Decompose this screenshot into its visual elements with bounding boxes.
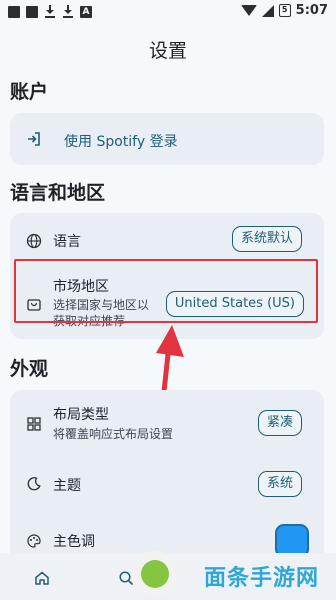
home-icon[interactable] bbox=[34, 570, 50, 586]
watermark-logo: 面条手游网 bbox=[122, 549, 336, 600]
layout-button[interactable]: 紧凑 bbox=[257, 410, 302, 436]
battery-icon: 5 bbox=[278, 4, 291, 17]
notification-icons: A bbox=[8, 5, 92, 18]
section-heading-appearance: 外观 bbox=[10, 358, 49, 380]
login-row[interactable]: 使用 Spotify 登录 bbox=[10, 113, 324, 165]
moon-icon bbox=[27, 477, 41, 491]
download-icon bbox=[44, 5, 56, 18]
language-button[interactable]: 系统默认 bbox=[231, 226, 302, 252]
login-label: 使用 Spotify 登录 bbox=[64, 134, 178, 150]
wifi-icon bbox=[240, 5, 257, 16]
language-label: 语言 bbox=[53, 234, 81, 250]
accent-color-label: 主色调 bbox=[53, 534, 95, 550]
status-bar: A 5 5:07 bbox=[0, 0, 336, 24]
globe-icon bbox=[26, 233, 42, 249]
section-heading-account: 账户 bbox=[10, 81, 49, 103]
theme-button[interactable]: 系统 bbox=[257, 471, 302, 497]
login-icon bbox=[28, 132, 40, 146]
section-heading-language-region: 语言和地区 bbox=[10, 182, 106, 204]
download-icon bbox=[62, 5, 74, 18]
layout-row[interactable]: 布局类型 将覆盖响应式布局设置 紧凑 bbox=[10, 390, 324, 456]
layout-description: 将覆盖响应式布局设置 bbox=[53, 427, 174, 441]
clock: 5:07 bbox=[295, 3, 328, 18]
language-row[interactable]: 语言 系统默认 bbox=[10, 213, 324, 265]
layout-label: 布局类型 bbox=[53, 407, 109, 423]
theme-label: 主题 bbox=[53, 478, 81, 494]
theme-row[interactable]: 主题 系统 bbox=[10, 456, 324, 512]
page-title: 设置 bbox=[148, 40, 187, 62]
watermark-leaf bbox=[141, 560, 169, 588]
grid-icon bbox=[27, 417, 41, 431]
palette-icon bbox=[27, 534, 41, 548]
signal-icon bbox=[261, 4, 274, 17]
notification-icon bbox=[26, 5, 38, 18]
highlight-box bbox=[14, 259, 318, 323]
watermark-text: 面条手游网 bbox=[204, 566, 320, 591]
a-icon: A bbox=[80, 5, 92, 18]
notification-icon bbox=[8, 5, 20, 18]
